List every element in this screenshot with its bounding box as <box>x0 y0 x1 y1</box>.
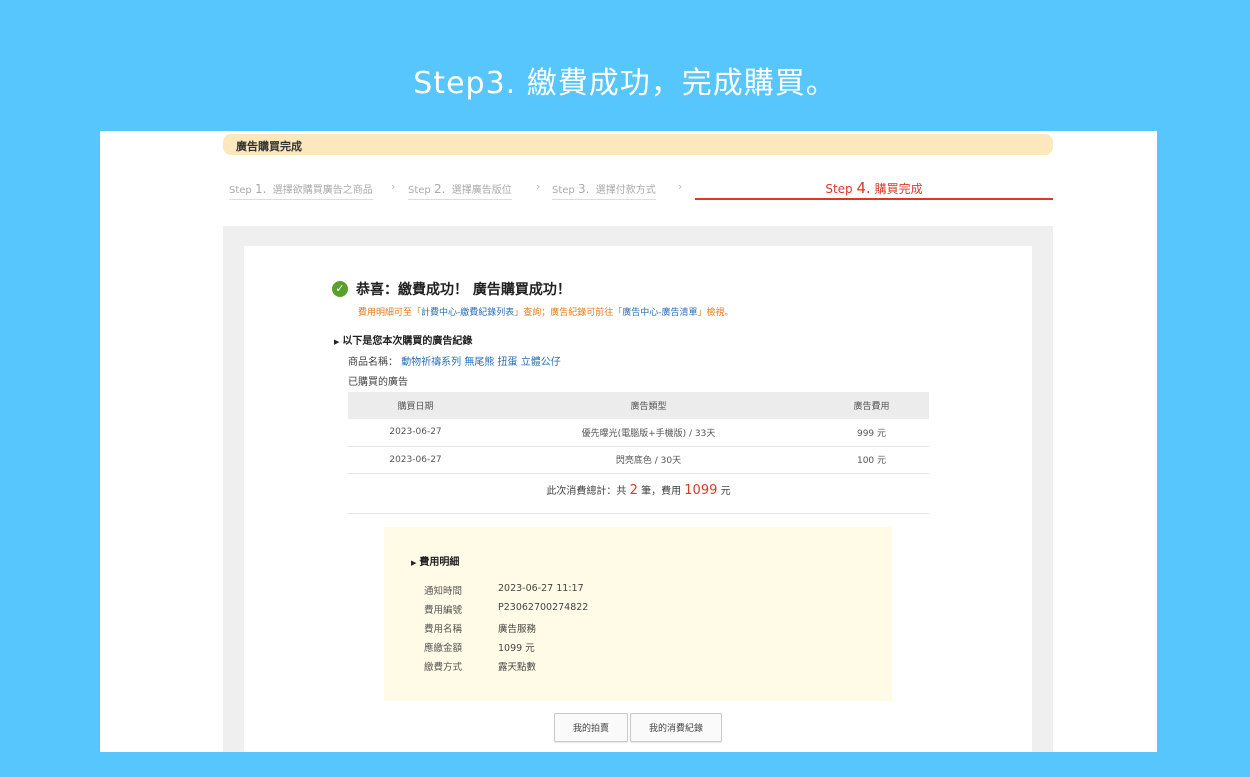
step-2: Step 2. 選擇廣告版位 <box>408 181 512 200</box>
chevron-right-icon: › <box>391 180 396 193</box>
success-title: 恭喜：繳費成功！ 廣告購買成功！ <box>356 282 571 298</box>
table-row: 2023-06-27 閃亮底色 / 30天 100 元 <box>348 446 929 474</box>
check-circle-icon: ✓ <box>332 281 348 297</box>
chevron-right-icon: › <box>678 180 683 193</box>
my-auctions-button[interactable]: 我的拍賣 <box>554 713 628 742</box>
action-buttons: 我的拍賣 我的消費紀錄 <box>554 713 722 742</box>
result-card: ✓ 恭喜：繳費成功！ 廣告購買成功！ 費用明細可至「計費中心-繳費紀錄列表」查詢… <box>244 246 1032 752</box>
my-spending-records-button[interactable]: 我的消費紀錄 <box>630 713 722 742</box>
fee-detail-heading: ▶ 費用明細 <box>411 557 460 568</box>
hero-title: Step3. 繳費成功，完成購買。 <box>413 66 837 101</box>
fee-row-notify-time: 通知時間 2023-06-27 11:17 <box>424 583 584 597</box>
content-frame: ✓ 恭喜：繳費成功！ 廣告購買成功！ 費用明細可至「計費中心-繳費紀錄列表」查詢… <box>223 226 1053 752</box>
success-message: ✓ 恭喜：繳費成功！ 廣告購買成功！ <box>332 279 571 299</box>
step-4-active: Step 4. 購買完成 <box>695 176 1053 200</box>
table-row: 2023-06-27 優先曝光(電腦版+手機版) / 33天 999 元 <box>348 419 929 447</box>
fee-row-payment-method: 繳費方式 露天點數 <box>424 662 537 673</box>
billing-records-link[interactable]: 計費中心-繳費紀錄列表 <box>421 308 514 318</box>
col-date: 購買日期 <box>348 392 483 419</box>
ad-record-table: 購買日期 廣告類型 廣告費用 2023-06-27 優先曝光(電腦版+手機版) … <box>348 392 929 474</box>
fee-row-fee-name: 費用名稱 廣告服務 <box>424 624 537 635</box>
fee-row-fee-id: 費用編號 P23062700274822 <box>424 602 589 616</box>
step-indicator: Step 1. 選擇欲購買廣告之商品 › Step 2. 選擇廣告版位 › St… <box>223 176 1053 200</box>
step-1: Step 1. 選擇欲購買廣告之商品 <box>229 181 373 200</box>
bought-ads-label: 已購買的廣告 <box>348 377 408 388</box>
col-type: 廣告類型 <box>483 392 814 419</box>
screenshot-panel: 廣告購買完成 Step 1. 選擇欲購買廣告之商品 › Step 2. 選擇廣告… <box>100 131 1157 752</box>
col-fee: 廣告費用 <box>814 392 929 419</box>
step-3: Step 3. 選擇付款方式 <box>552 181 656 200</box>
triangle-right-icon: ▶ <box>411 559 417 567</box>
fee-row-amount-due: 應繳金額 1099 元 <box>424 643 535 654</box>
success-note: 費用明細可至「計費中心-繳費紀錄列表」查詢；廣告紀錄可前往「廣告中心-廣告清單」… <box>358 308 734 318</box>
ad-list-link[interactable]: 廣告中心-廣告清單 <box>622 308 697 318</box>
product-row: 商品名稱： 動物祈禱系列 無尾熊 扭蛋 立體公仔 <box>348 357 561 368</box>
product-name-link[interactable]: 動物祈禱系列 無尾熊 扭蛋 立體公仔 <box>401 357 561 368</box>
page-title: 廣告購買完成 <box>223 134 1053 155</box>
fee-detail-box: ▶ 費用明細 通知時間 2023-06-27 11:17 費用編號 P23062700… <box>384 527 892 701</box>
total-summary: 此次消費總計：共 2 筆，費用 1099 元 <box>546 483 731 498</box>
chevron-right-icon: › <box>536 180 541 193</box>
triangle-right-icon: ▶ <box>334 338 340 346</box>
record-heading: ▶ 以下是您本次購買的廣告紀錄 <box>334 336 473 347</box>
divider <box>348 513 929 514</box>
